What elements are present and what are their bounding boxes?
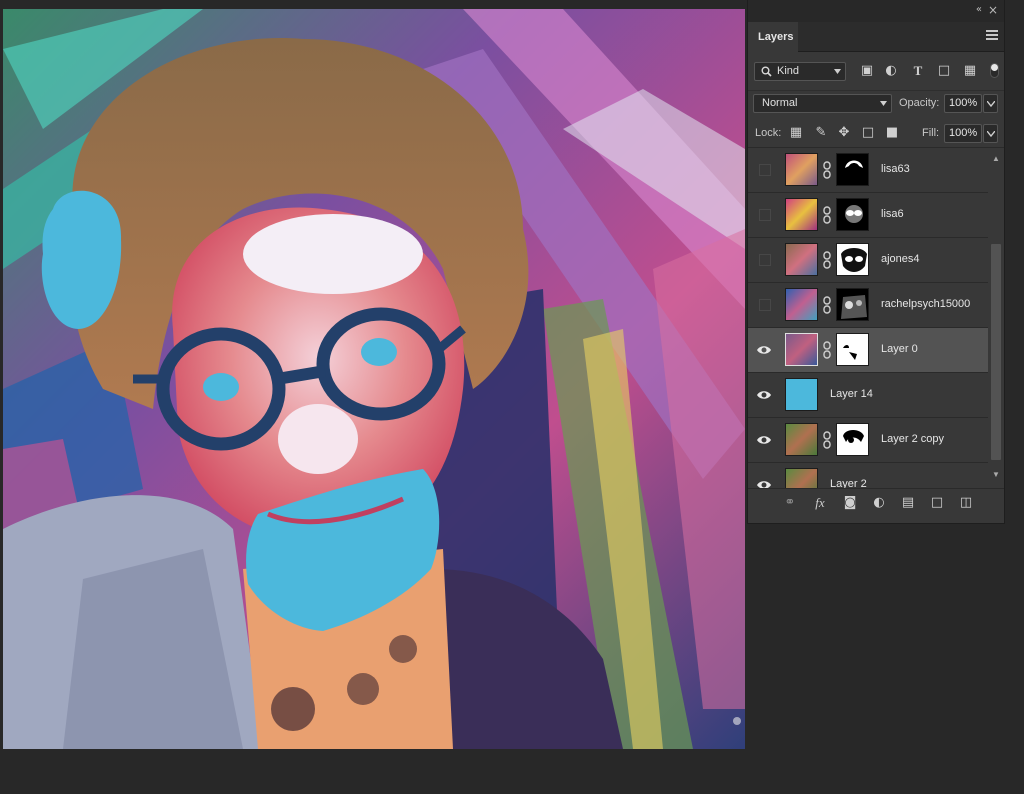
layer-thumbnail [785, 243, 818, 276]
layer-row-layer-2-copy[interactable]: Layer 2 copy [748, 418, 988, 463]
link-chain-icon [823, 341, 831, 359]
layer-row-layer-2[interactable]: Layer 2 [748, 463, 988, 488]
layer-mask-thumbnail[interactable] [836, 243, 869, 276]
layer-name: rachelpsych15000 [881, 298, 971, 310]
panel-tab-bar: Layers [748, 22, 1004, 53]
layer-filter-row: Kind ▣ ◐ T □ ▦ [748, 58, 1004, 86]
chevron-down-icon [834, 69, 841, 74]
add-mask-icon[interactable]: ◙ [841, 494, 859, 512]
filter-toggle-switch[interactable] [990, 63, 999, 78]
opacity-dropdown[interactable] [983, 94, 998, 113]
layer-name: lisa6 [881, 208, 904, 220]
photoshop-workspace: « × Layers Kind ▣ ◐ T □ ▦ Normal Opacity… [0, 0, 1024, 794]
layer-row-layer-0[interactable]: Layer 0 [748, 328, 988, 373]
layer-thumbnail [785, 153, 818, 186]
link-layers-icon[interactable]: ⚭ [781, 494, 799, 512]
layer-name: ajones4 [881, 253, 920, 265]
layer-row-rachelpsych15000[interactable]: rachelpsych15000 [748, 283, 988, 328]
layer-thumbnail [785, 198, 818, 231]
link-chain-icon [823, 251, 831, 269]
layer-list-scrollbar[interactable]: ▲ ▼ [988, 148, 1004, 488]
layer-thumbnail [785, 378, 818, 411]
layer-name: lisa63 [881, 163, 910, 175]
fill-label: Fill: [922, 127, 940, 139]
filter-kind-label: Kind [777, 65, 800, 77]
lock-artboard-icon[interactable]: □ [860, 125, 876, 141]
scroll-up-icon[interactable]: ▲ [992, 154, 1000, 163]
link-chain-icon [823, 206, 831, 224]
scrollbar-thumb[interactable] [991, 244, 1001, 460]
layer-mask-thumbnail[interactable] [836, 288, 869, 321]
eye-icon[interactable] [756, 343, 772, 357]
visibility-toggle[interactable] [759, 254, 771, 266]
filter-kind-select[interactable]: Kind [754, 62, 846, 81]
layers-panel-footer: ⚭ fx ◙ ◐ ▤ □ ◫ [748, 488, 1004, 516]
fx-icon[interactable]: fx [811, 494, 829, 512]
delete-layer-icon[interactable]: ◫ [957, 494, 975, 512]
adjustment-layer-icon[interactable]: ◐ [870, 494, 888, 512]
visibility-toggle[interactable] [759, 299, 771, 311]
chevron-down-icon [880, 101, 887, 106]
layer-thumbnail [785, 423, 818, 456]
visibility-toggle[interactable] [759, 164, 771, 176]
tab-layers[interactable]: Layers [748, 22, 798, 53]
adjustment-filter-icon[interactable]: ◐ [884, 64, 898, 78]
layer-mask-thumbnail[interactable] [836, 423, 869, 456]
visibility-toggle[interactable] [759, 209, 771, 221]
layer-list: lisa63 lisa6 ajones4 rachelpsych15000 La… [748, 148, 988, 488]
blend-mode-value: Normal [762, 97, 798, 109]
layer-name: Layer 2 [830, 478, 867, 488]
lock-image-pixels-icon[interactable]: ✎ [813, 125, 829, 141]
layer-row-lisa6[interactable]: lisa6 [748, 193, 988, 238]
document-canvas[interactable] [3, 9, 745, 749]
shape-filter-icon[interactable]: □ [937, 64, 951, 78]
link-chain-icon [823, 296, 831, 314]
layer-row-lisa63[interactable]: lisa63 [748, 148, 988, 193]
search-icon [761, 66, 772, 77]
eye-icon[interactable] [756, 433, 772, 447]
layer-row-layer-14[interactable]: Layer 14 [748, 373, 988, 418]
layer-mask-thumbnail[interactable] [836, 153, 869, 186]
layer-thumbnail [785, 288, 818, 321]
fill-dropdown[interactable] [983, 124, 998, 143]
smart-object-filter-icon[interactable]: ▦ [963, 64, 977, 78]
layer-name: Layer 14 [830, 388, 873, 400]
type-filter-icon[interactable]: T [911, 64, 925, 78]
lock-all-icon[interactable]: ■ [884, 125, 900, 141]
lock-fill-row: Lock: ▦ ✎ ✥ □ ■ Fill: 100% [748, 120, 1004, 148]
blend-mode-select[interactable]: Normal [753, 94, 892, 113]
image-filter-icon[interactable]: ▣ [860, 64, 874, 78]
close-icon[interactable]: × [988, 3, 998, 17]
layer-thumbnail [785, 468, 818, 488]
opacity-label: Opacity: [899, 97, 940, 109]
layer-row-ajones4[interactable]: ajones4 [748, 238, 988, 283]
new-group-icon[interactable]: ▤ [899, 494, 917, 512]
blend-opacity-row: Normal Opacity: 100% [748, 90, 1004, 116]
link-chain-icon [823, 431, 831, 449]
panel-menu-icon[interactable] [986, 30, 998, 40]
layer-thumbnail [785, 333, 818, 366]
collapse-panel-icon[interactable]: « [976, 4, 982, 15]
layer-mask-thumbnail[interactable] [836, 333, 869, 366]
chevron-down-icon [987, 131, 995, 137]
eye-icon[interactable] [756, 478, 772, 488]
scroll-down-icon[interactable]: ▼ [992, 470, 1000, 479]
new-layer-icon[interactable]: □ [928, 494, 946, 512]
lock-label: Lock: [755, 127, 782, 139]
layer-mask-thumbnail[interactable] [836, 198, 869, 231]
layers-panel: « × Layers Kind ▣ ◐ T □ ▦ Normal Opacity… [747, 0, 1005, 524]
opacity-input[interactable]: 100% [944, 94, 982, 113]
lock-position-icon[interactable]: ✥ [836, 125, 852, 141]
eye-icon[interactable] [756, 388, 772, 402]
layer-name: Layer 2 copy [881, 433, 944, 445]
link-chain-icon [823, 161, 831, 179]
panel-title-bar: « × [748, 0, 1004, 22]
canvas-artwork [3, 9, 745, 749]
fill-input[interactable]: 100% [944, 124, 982, 143]
chevron-down-icon [987, 101, 995, 107]
lock-transparent-pixels-icon[interactable]: ▦ [788, 125, 804, 141]
layer-name: Layer 0 [881, 343, 918, 355]
